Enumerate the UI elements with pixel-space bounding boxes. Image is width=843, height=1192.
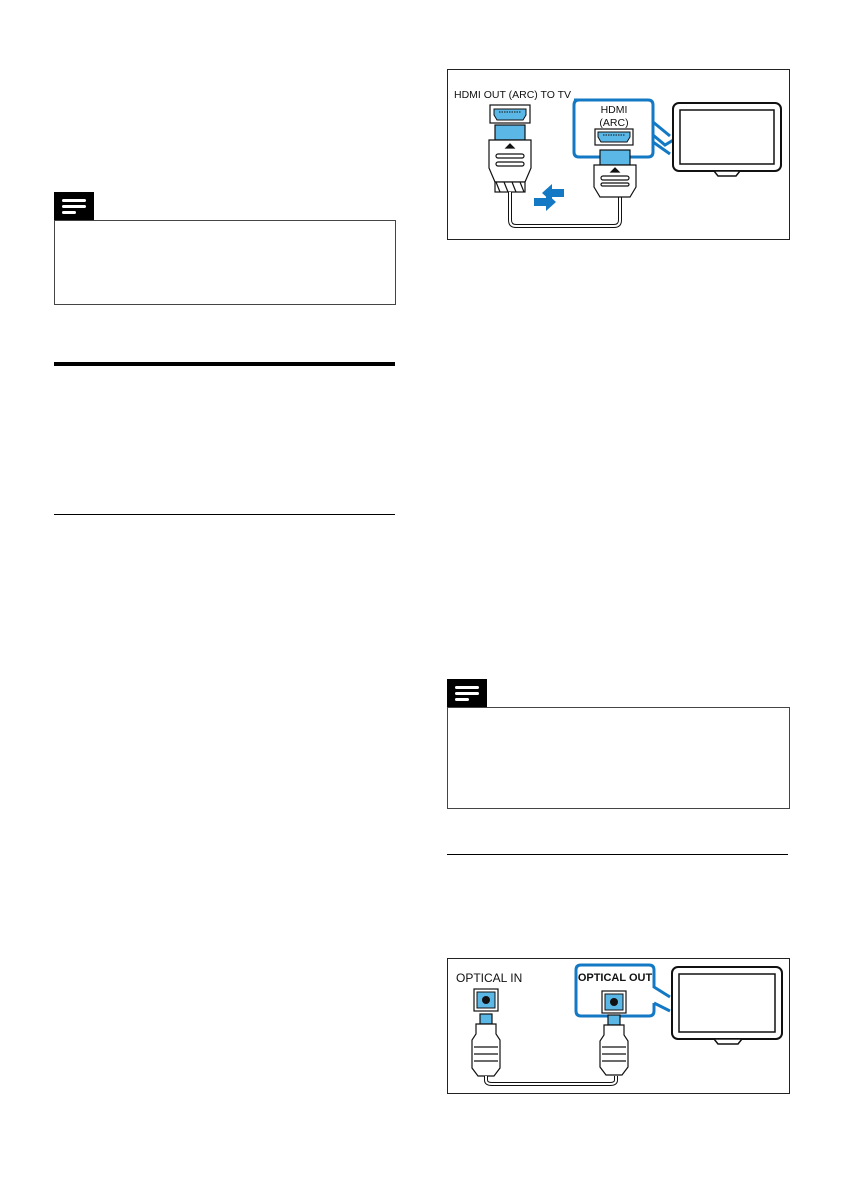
optical-tv-plug (599, 1014, 629, 1076)
hdmi-source-plug (488, 124, 532, 193)
tv-port-label-line1: HDMI (601, 104, 628, 116)
hdmi-arc-connection-diagram: HDMI OUT (ARC) TO TV HDMI (ARC) (447, 69, 790, 240)
section-heading-rule (54, 362, 395, 366)
optical-tv-port (601, 990, 627, 1014)
note-box (447, 707, 790, 809)
hdmi-tv-port (594, 128, 634, 146)
tv-port-label: OPTICAL OUT (578, 972, 653, 984)
note-icon (54, 192, 94, 220)
optical-connection-diagram: OPTICAL IN OPTICAL OUT (447, 958, 790, 1094)
hdmi-source-label: HDMI OUT (ARC) TO TV (454, 89, 571, 101)
hdmi-tv-plug (593, 149, 637, 198)
bidirectional-arrows-icon (534, 184, 564, 211)
optical-source-plug (471, 1013, 501, 1077)
optical-source-port (473, 988, 499, 1012)
tv-port-label-line2: (ARC) (599, 117, 628, 129)
hdmi-source-port (489, 104, 531, 124)
subsection-rule (54, 514, 395, 515)
tv-icon (672, 102, 782, 177)
note-icon (447, 679, 487, 707)
optical-cable (484, 1076, 618, 1086)
optical-source-label: OPTICAL IN (456, 971, 522, 985)
tv-icon (671, 966, 783, 1045)
note-box (54, 220, 396, 305)
subsection-rule (447, 854, 788, 855)
